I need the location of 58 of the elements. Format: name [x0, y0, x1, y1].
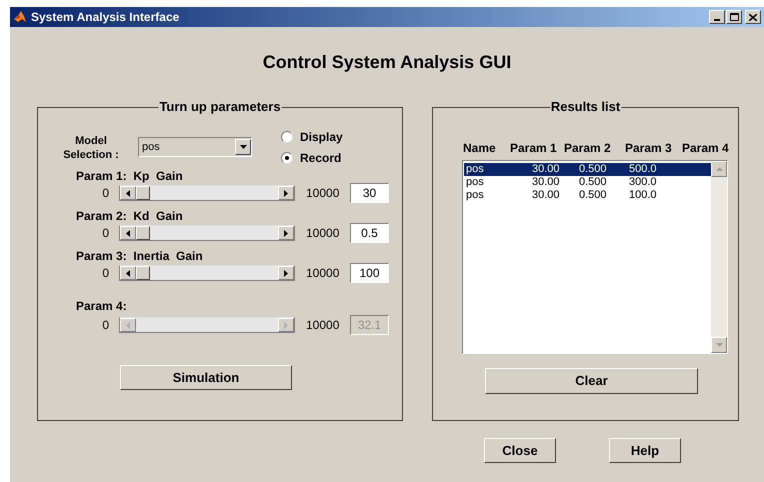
column-header: Param 1: [510, 140, 558, 155]
max-label: 10000: [306, 317, 340, 334]
close-button[interactable]: [745, 10, 761, 24]
close-icon: [749, 14, 757, 20]
column-header: Param 3: [625, 140, 673, 155]
panel-title: Turn up parameters: [158, 99, 282, 115]
model-dropdown[interactable]: pos: [138, 137, 252, 157]
column-header: Name: [463, 140, 497, 155]
minimize-button[interactable]: [709, 10, 725, 24]
down-arrow-icon: [716, 343, 722, 347]
list-cell-text: 30.00: [531, 189, 561, 202]
list-cell-text: pos: [465, 163, 485, 176]
scrollbar[interactable]: [711, 161, 727, 353]
list-cell-text: pos: [465, 189, 485, 202]
radio-button[interactable]: [281, 152, 293, 164]
column-header: Param 4: [682, 140, 730, 155]
max-label: 10000: [306, 265, 340, 282]
list-cell-text: 300.0: [628, 176, 658, 189]
radio-button[interactable]: [281, 130, 293, 142]
result-row[interactable]: pos 30.00 0.500 300.0: [464, 176, 711, 189]
help-button[interactable]: Help: [609, 438, 681, 463]
list-cell-text: pos: [465, 176, 485, 189]
radio-label: Display: [300, 128, 343, 146]
min-label: 0: [101, 225, 109, 242]
list-cell-text: 0.500: [578, 163, 608, 176]
list-cell-text: 30.00: [531, 163, 561, 176]
simulation-button[interactable]: Simulation: [120, 365, 292, 390]
min-label: 0: [101, 317, 109, 334]
max-label: 10000: [306, 225, 340, 242]
list-cell-text: 500.0: [628, 163, 658, 176]
column-header: Param 2: [564, 140, 612, 155]
heading: Control System Analysis GUI: [262, 51, 512, 73]
result-row[interactable]: pos 30.00 0.500 500.0: [464, 163, 711, 176]
clear-button[interactable]: Clear: [485, 368, 698, 394]
list-cell-text: 100.0: [628, 189, 658, 202]
param-label: Param 1: Kp Gain: [76, 168, 184, 183]
list-cell-text: 30.00: [531, 176, 561, 189]
value-field[interactable]: 0.5: [350, 223, 389, 243]
min-label: 0: [101, 265, 109, 282]
close-dialog-button[interactable]: Close: [484, 438, 556, 463]
results-listbox[interactable]: pos 30.00 0.500 500.0 pos 30.00 0.500 300.0 pos 30.00 0.500 100.0: [462, 160, 728, 354]
up-arrow-icon: [716, 167, 722, 171]
max-label: 10000: [306, 185, 340, 202]
list-cell-text: 0.500: [578, 176, 608, 189]
radio-label: Record: [300, 150, 342, 166]
param-label: Param 4:: [76, 298, 128, 313]
result-row[interactable]: pos 30.00 0.500 100.0: [464, 189, 711, 202]
window-title: System Analysis Interface: [31, 9, 180, 26]
param-label: Param 2: Kd Gain: [76, 208, 184, 223]
value-field[interactable]: 30: [350, 183, 389, 203]
min-label: 0: [101, 185, 109, 202]
app-logo-icon: [13, 10, 27, 24]
list-cell-text: 0.500: [578, 189, 608, 202]
value-field[interactable]: 100: [350, 263, 389, 283]
param-label: Param 3: Inertia Gain: [76, 248, 204, 263]
caret-icon: [240, 145, 246, 149]
maximize-button[interactable]: [726, 10, 742, 24]
model-label: Model Selection :: [62, 134, 120, 163]
